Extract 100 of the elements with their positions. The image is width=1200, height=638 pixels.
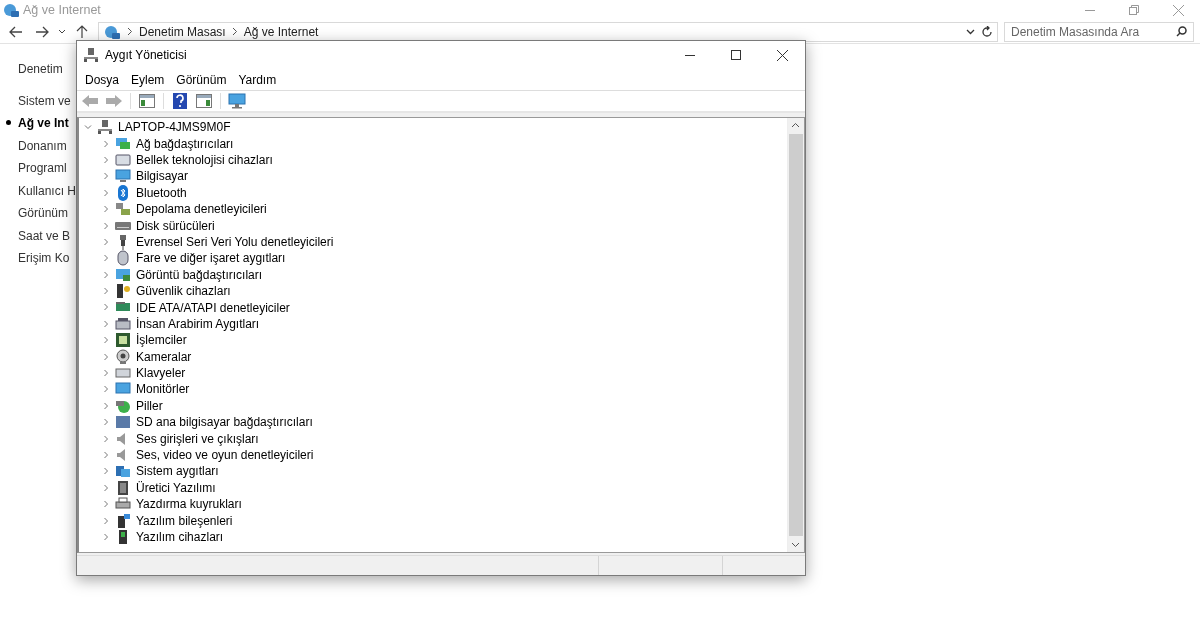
tree-item[interactable]: Üretici Yazılımı: [135, 478, 217, 497]
tree-item[interactable]: Monitörler: [135, 380, 191, 399]
chevron-down-icon: [58, 29, 66, 34]
menu-item[interactable]: Dosya: [79, 69, 125, 90]
tree-item[interactable]: Bellek teknolojisi cihazları: [135, 151, 274, 169]
chevron-right-icon[interactable]: [101, 433, 111, 444]
chevron-right-icon[interactable]: [101, 269, 111, 280]
sidebar-link[interactable]: Erişim Ko: [18, 251, 70, 265]
chevron-right-icon[interactable]: [101, 204, 111, 215]
tree-item[interactable]: Bilgisayar: [135, 167, 190, 186]
component-icon: [115, 512, 131, 529]
minimize-icon: [1085, 9, 1095, 11]
network-globe-icon: [103, 23, 121, 40]
window-title: Ağ ve Internet: [23, 1, 101, 19]
scrollbar[interactable]: [787, 118, 804, 552]
tree-item[interactable]: Evrensel Seri Veri Yolu denetleyicileri: [135, 232, 335, 251]
keyboard-device-icon: [115, 315, 131, 332]
sidebar-link[interactable]: Donanım: [18, 138, 67, 153]
chevron-right-icon: [231, 27, 238, 36]
firmware-chip-icon: [115, 479, 131, 496]
folder-monitor-icon: [115, 463, 131, 480]
tree-item[interactable]: Ses, video ve oyun denetleyicileri: [135, 446, 315, 464]
refresh-icon[interactable]: [981, 25, 993, 38]
sidebar-link[interactable]: Programl: [18, 161, 67, 175]
tree-item[interactable]: SD ana bilgisayar bağdaştırıcıları: [135, 413, 314, 432]
menu-item[interactable]: Yardım: [232, 69, 283, 90]
tree-item[interactable]: Sistem aygıtları: [135, 462, 220, 481]
tree-item[interactable]: Yazılım cihazları: [135, 527, 225, 546]
chevron-right-icon[interactable]: [101, 187, 111, 198]
display-adapter-icon: [115, 266, 131, 283]
chevron-right-icon: [127, 27, 133, 36]
chevron-right-icon[interactable]: [101, 351, 111, 362]
menu-item[interactable]: Görünüm: [170, 69, 233, 90]
tree-item[interactable]: Ses girişleri ve çıkışları: [135, 429, 260, 448]
minimize-icon: [685, 54, 695, 56]
tree-item[interactable]: Görüntü bağdaştırıcıları: [135, 265, 264, 284]
tree-item[interactable]: Ağ bağdaştırıcıları: [135, 134, 235, 153]
monitor-icon[interactable]: [226, 91, 248, 111]
mouse-icon: [115, 250, 131, 267]
processor-icon: [115, 332, 131, 349]
tree-item[interactable]: Bluetooth: [135, 183, 188, 202]
chevron-right-icon[interactable]: [101, 450, 111, 460]
chevron-right-icon[interactable]: [101, 335, 111, 346]
sidebar-link[interactable]: Ağ ve Int: [18, 116, 69, 130]
close-icon: [776, 49, 788, 61]
tree-item[interactable]: İşlemciler: [135, 331, 188, 350]
tree-item[interactable]: IDE ATA/ATAPI denetleyiciler: [135, 298, 291, 317]
close-icon: [1172, 4, 1184, 16]
chevron-right-icon[interactable]: [101, 318, 111, 329]
chevron-right-icon[interactable]: [101, 368, 111, 379]
chevron-right-icon[interactable]: [101, 220, 111, 231]
breadcrumb-link[interactable]: Ağ ve Internet: [243, 22, 319, 41]
sidebar-link[interactable]: Saat ve B: [18, 228, 71, 243]
security-key-icon: [115, 283, 131, 300]
search-field[interactable]: Denetim Masasında Ara: [1004, 21, 1194, 42]
tree-item[interactable]: Disk sürücüleri: [135, 216, 216, 235]
chevron-right-icon[interactable]: [101, 482, 111, 493]
chevron-right-icon[interactable]: [101, 466, 111, 477]
chevron-right-icon[interactable]: [101, 384, 111, 395]
action-pane-icon[interactable]: [193, 91, 215, 111]
tree-item[interactable]: İnsan Arabirim Aygıtları: [135, 314, 261, 333]
chevron-right-icon[interactable]: [101, 171, 111, 182]
sidebar-link[interactable]: Kullanıcı H: [18, 183, 77, 198]
bluetooth-icon: [115, 184, 131, 201]
tree-item[interactable]: Depolama denetleyicileri: [135, 200, 268, 219]
restore-icon: [1129, 5, 1139, 15]
webcam-icon: [115, 348, 131, 365]
tree-item[interactable]: LAPTOP-4JMS9M0F: [117, 118, 232, 137]
breadcrumb-link[interactable]: Denetim Masası: [139, 22, 226, 41]
chevron-right-icon[interactable]: [101, 499, 111, 510]
search-icon[interactable]: [1176, 25, 1187, 37]
chevron-right-icon[interactable]: [101, 253, 111, 264]
sidebar-link[interactable]: Denetim: [18, 60, 63, 83]
sidebar-link[interactable]: Görünüm: [18, 206, 69, 220]
tree-item[interactable]: Kameralar: [135, 347, 193, 366]
arrow-left-icon: [9, 25, 23, 38]
console-tree-icon[interactable]: [136, 91, 158, 111]
tree-item[interactable]: Yazılım bileşenleri: [135, 511, 234, 530]
computer-network-icon: [97, 119, 113, 136]
chevron-right-icon[interactable]: [101, 302, 111, 313]
chevron-right-icon[interactable]: [101, 138, 111, 149]
tree-item[interactable]: Güvenlik cihazları: [135, 282, 232, 301]
selected-dot: [6, 120, 11, 125]
chevron-right-icon[interactable]: [101, 531, 111, 542]
tree-item[interactable]: Fare ve diğer işaret aygıtları: [135, 249, 287, 268]
chevron-right-icon[interactable]: [101, 236, 111, 247]
menu-item[interactable]: Eylem: [125, 69, 171, 90]
maximize-icon: [731, 50, 741, 60]
tree-item[interactable]: Piller: [135, 396, 164, 415]
dropdown-icon[interactable]: [966, 28, 975, 35]
chevron-right-icon[interactable]: [101, 400, 111, 411]
chevron-right-icon[interactable]: [101, 515, 111, 526]
sidebar-link[interactable]: Sistem ve: [18, 93, 71, 108]
chevron-right-icon[interactable]: [101, 417, 111, 428]
chevron-right-icon[interactable]: [101, 154, 111, 165]
tree-item[interactable]: Klavyeler: [135, 364, 187, 383]
tree-item[interactable]: Yazdırma kuyrukları: [135, 495, 243, 514]
chevron-right-icon[interactable]: [101, 286, 111, 297]
arrow-right-icon: [35, 25, 49, 38]
computer-network-icon: [83, 47, 99, 63]
